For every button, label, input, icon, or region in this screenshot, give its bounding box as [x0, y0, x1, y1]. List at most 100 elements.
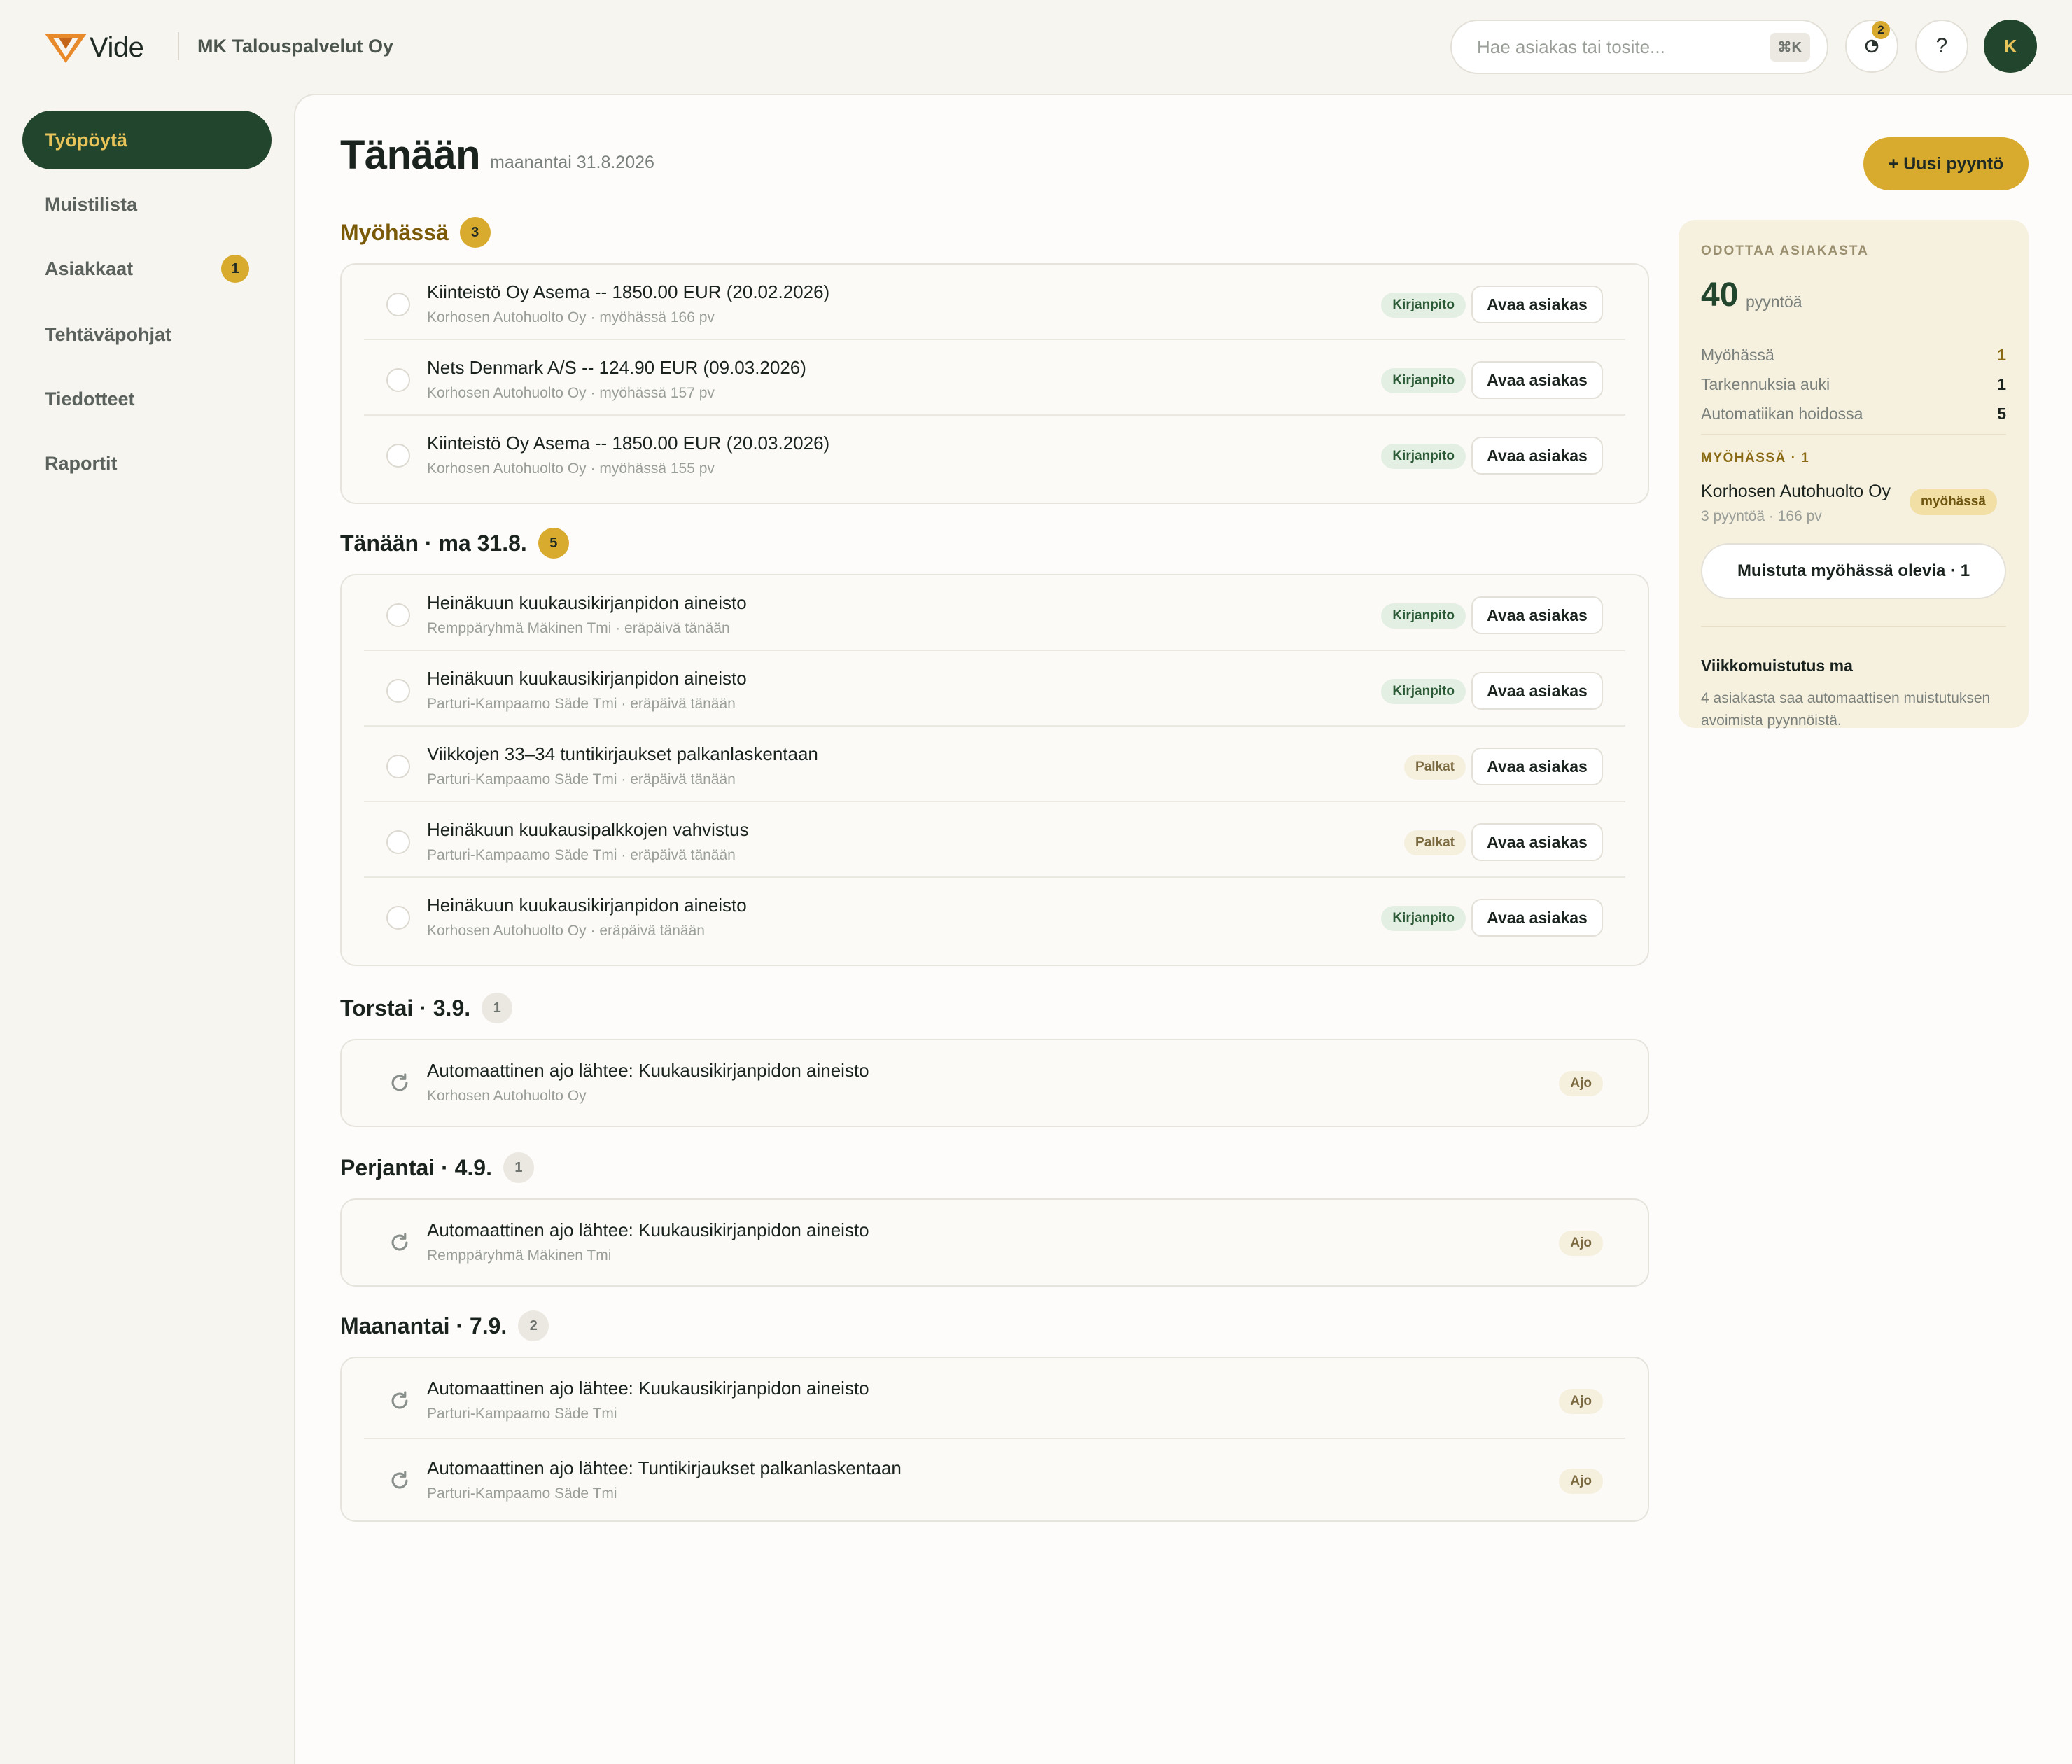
- task-checkbox[interactable]: [386, 293, 410, 316]
- section-card-perjantai: Automaattinen ajo lähtee: Kuukausikirjan…: [340, 1198, 1649, 1287]
- main-panel: Tänään maanantai 31.8.2026 + Uusi pyyntö…: [294, 94, 2072, 1764]
- sidebar-item-label: Tiedotteet: [45, 388, 135, 410]
- task-title: Nets Denmark A/S -- 124.90 EUR (09.03.20…: [427, 357, 806, 378]
- task-title: Heinäkuun kuukausikirjanpidon aineisto: [427, 668, 747, 689]
- task-row[interactable]: Viikkojen 33–34 tuntikirjaukset palkanla…: [364, 727, 1625, 802]
- waiting-for-client-card: ODOTTAA ASIAKASTA 40 pyyntöä Myöhässä 1 …: [1679, 220, 2029, 729]
- task-checkbox[interactable]: [386, 603, 410, 627]
- sidebar-item-tyopoyta[interactable]: Työpöytä: [22, 111, 272, 169]
- section-title-myohassa: Myöhässä 3: [340, 217, 491, 248]
- task-row[interactable]: Automaattinen ajo lähtee: Kuukausikirjan…: [364, 1200, 1625, 1285]
- section-count: 1: [503, 1152, 534, 1183]
- task-title: Heinäkuun kuukausipalkkojen vahvistus: [427, 819, 749, 840]
- task-tag: Kirjanpito: [1381, 444, 1466, 469]
- task-checkbox[interactable]: [386, 679, 410, 703]
- sidebar-item-asiakkaat[interactable]: Asiakkaat 1: [22, 239, 272, 298]
- task-row[interactable]: Heinäkuun kuukausikirjanpidon aineisto R…: [364, 575, 1625, 651]
- section-title-text: Perjantai · 4.9.: [340, 1154, 492, 1180]
- sidebar-item-raportit[interactable]: Raportit: [22, 434, 272, 493]
- task-tag: Ajo: [1559, 1469, 1603, 1494]
- task-row[interactable]: Automaattinen ajo lähtee: Tuntikirjaukse…: [364, 1439, 1625, 1519]
- task-row[interactable]: Kiinteistö Oy Asema -- 1850.00 EUR (20.0…: [364, 265, 1625, 340]
- section-title-torstai: Torstai · 3.9. 1: [340, 993, 513, 1023]
- sidebar-item-count: 1: [221, 255, 249, 283]
- logo-text: Vide: [90, 31, 144, 63]
- section-count: 1: [482, 993, 513, 1023]
- sidebar-item-tiedotteet[interactable]: Tiedotteet: [22, 370, 272, 428]
- late-section-label: MYÖHÄSSÄ · 1: [1701, 451, 1810, 465]
- late-client-sub: 3 pyyntöä · 166 pv: [1701, 508, 1822, 524]
- open-client-button[interactable]: Avaa asiakas: [1471, 748, 1603, 785]
- stat-value: 1: [1997, 346, 2006, 364]
- header-divider: [178, 32, 179, 60]
- task-checkbox[interactable]: [386, 906, 410, 930]
- task-title: Kiinteistö Oy Asema -- 1850.00 EUR (20.0…: [427, 433, 830, 454]
- user-avatar[interactable]: K: [1984, 20, 2037, 73]
- task-tag: Kirjanpito: [1381, 293, 1466, 318]
- task-title: Heinäkuun kuukausikirjanpidon aineisto: [427, 895, 747, 916]
- sidebar-item-label: Tehtäväpohjat: [45, 323, 172, 345]
- section-title-tanaan: Tänään · ma 31.8. 5: [340, 528, 569, 559]
- section-title-text: Torstai · 3.9.: [340, 995, 471, 1021]
- stat-label: Automatiikan hoidossa: [1701, 405, 1863, 423]
- stat-row-tarkennuksia: Tarkennuksia auki 1: [1701, 375, 2006, 394]
- task-tag: Kirjanpito: [1381, 906, 1466, 931]
- task-row[interactable]: Kiinteistö Oy Asema -- 1850.00 EUR (20.0…: [364, 416, 1625, 491]
- waiting-total-unit: pyyntöä: [1746, 293, 1802, 311]
- late-client-name[interactable]: Korhosen Autohuolto Oy: [1701, 482, 1891, 502]
- refresh-icon: [391, 1471, 408, 1489]
- search-box[interactable]: ⌘K: [1450, 20, 1828, 74]
- task-row[interactable]: Nets Denmark A/S -- 124.90 EUR (09.03.20…: [364, 340, 1625, 416]
- new-request-button[interactable]: + Uusi pyyntö: [1863, 137, 2029, 190]
- page-date: maanantai 31.8.2026: [490, 153, 654, 172]
- task-tag: Kirjanpito: [1381, 679, 1466, 704]
- task-title: Kiinteistö Oy Asema -- 1850.00 EUR (20.0…: [427, 281, 830, 302]
- vide-logo-icon: [45, 34, 87, 63]
- remind-late-button[interactable]: Muistuta myöhässä olevia · 1: [1701, 543, 2006, 599]
- open-client-button[interactable]: Avaa asiakas: [1471, 899, 1603, 937]
- section-title-perjantai: Perjantai · 4.9. 1: [340, 1152, 534, 1183]
- notifications-badge: 2: [1872, 21, 1890, 39]
- page-title: Tänään: [340, 132, 481, 178]
- open-client-button[interactable]: Avaa asiakas: [1471, 437, 1603, 475]
- task-checkbox[interactable]: [386, 755, 410, 778]
- task-row[interactable]: Heinäkuun kuukausipalkkojen vahvistus Pa…: [364, 802, 1625, 878]
- open-client-button[interactable]: Avaa asiakas: [1471, 361, 1603, 399]
- section-title-text: Maanantai · 7.9.: [340, 1312, 507, 1338]
- section-title-text: Myöhässä: [340, 219, 449, 245]
- sidebar-item-muistilista[interactable]: Muistilista: [22, 175, 272, 234]
- vide-logo[interactable]: Vide: [43, 31, 144, 64]
- open-client-button[interactable]: Avaa asiakas: [1471, 823, 1603, 861]
- help-button[interactable]: ?: [1915, 20, 1968, 73]
- task-row[interactable]: Automaattinen ajo lähtee: Kuukausikirjan…: [364, 1358, 1625, 1439]
- section-count: 2: [518, 1310, 550, 1341]
- task-row[interactable]: Heinäkuun kuukausikirjanpidon aineisto P…: [364, 651, 1625, 727]
- task-tag: Ajo: [1559, 1231, 1603, 1256]
- task-tag: Ajo: [1559, 1071, 1603, 1096]
- task-checkbox[interactable]: [386, 368, 410, 392]
- notifications-button[interactable]: 2: [1845, 20, 1898, 73]
- open-client-button[interactable]: Avaa asiakas: [1471, 596, 1603, 634]
- open-client-button[interactable]: Avaa asiakas: [1471, 672, 1603, 710]
- sidebar-item-label: Muistilista: [45, 193, 138, 215]
- search-input[interactable]: [1477, 36, 1770, 58]
- company-name[interactable]: MK Talouspalvelut Oy: [197, 32, 393, 60]
- activity-icon: [1865, 39, 1879, 53]
- section-title-maanantai: Maanantai · 7.9. 2: [340, 1310, 550, 1341]
- side-divider: [1701, 434, 2006, 435]
- task-checkbox[interactable]: [386, 830, 410, 854]
- task-checkbox[interactable]: [386, 444, 410, 468]
- task-row[interactable]: Automaattinen ajo lähtee: Kuukausikirjan…: [364, 1040, 1625, 1126]
- side-card-label: ODOTTAA ASIAKASTA: [1701, 244, 1869, 258]
- task-tag: Kirjanpito: [1381, 368, 1466, 393]
- task-subtitle: Parturi-Kampaamo Säde Tmi: [427, 1406, 617, 1422]
- task-tag: Ajo: [1559, 1389, 1603, 1414]
- task-subtitle: Parturi-Kampaamo Säde Tmi · eräpäivä tän…: [427, 771, 736, 788]
- help-icon: ?: [1935, 34, 1948, 57]
- sidebar-item-tehtavapohjat[interactable]: Tehtäväpohjat: [22, 305, 272, 364]
- open-client-button[interactable]: Avaa asiakas: [1471, 286, 1603, 323]
- task-title: Automaattinen ajo lähtee: Tuntikirjaukse…: [427, 1457, 902, 1478]
- top-bar: Vide MK Talouspalvelut Oy ⌘K 2 ? K: [0, 0, 2072, 94]
- sidebar: Työpöytä Muistilista Asiakkaat 1 Tehtävä…: [0, 94, 294, 1764]
- task-row[interactable]: Heinäkuun kuukausikirjanpidon aineisto K…: [364, 878, 1625, 953]
